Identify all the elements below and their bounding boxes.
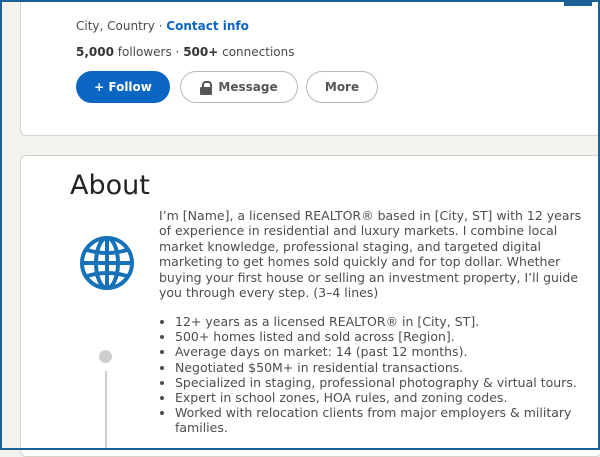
about-card: About I’m [Name], a licensed REALTOR® ba…: [20, 155, 600, 457]
follow-button[interactable]: + Follow: [76, 71, 170, 103]
list-item: Average days on market: 14 (past 12 mont…: [175, 344, 600, 359]
location-text: City, Country: [76, 19, 155, 33]
list-item: Specialized in staging, professional pho…: [175, 375, 600, 390]
list-item: Expert in school zones, HOA rules, and z…: [175, 390, 600, 405]
location-line: City, Country · Contact info: [76, 19, 249, 33]
connections-count: 500+: [183, 45, 219, 59]
about-heading: About: [70, 170, 150, 201]
followers-label: followers ·: [113, 45, 184, 59]
highlights-list: 12+ years as a licensed REALTOR® in [Cit…: [157, 314, 600, 436]
more-button[interactable]: More: [306, 71, 378, 103]
timeline-dot: [99, 350, 112, 363]
list-item: Worked with relocation clients from majo…: [175, 405, 600, 435]
connections-label: connections: [218, 45, 295, 59]
location-separator: ·: [154, 19, 167, 33]
followers-count: 5,000: [76, 45, 114, 59]
globe-icon: [80, 236, 134, 290]
about-bio: I’m [Name], a licensed REALTOR® based in…: [159, 208, 582, 301]
timeline-line: [105, 371, 107, 449]
message-button-label: Message: [218, 80, 278, 94]
list-item: 500+ homes listed and sold across [Regio…: [175, 329, 600, 344]
contact-info-link[interactable]: Contact info: [166, 19, 249, 33]
profile-header-card: City, Country · Contact info 5,000 follo…: [20, 0, 600, 136]
corner-tab: [564, 0, 592, 6]
list-item: 12+ years as a licensed REALTOR® in [Cit…: [175, 314, 600, 329]
network-stats: 5,000 followers · 500+ connections: [76, 45, 294, 59]
lock-icon: [200, 80, 213, 95]
list-item: Negotiated $50M+ in residential transact…: [175, 360, 600, 375]
message-button[interactable]: Message: [180, 71, 298, 103]
follow-button-label: + Follow: [94, 80, 152, 94]
more-button-label: More: [324, 80, 360, 94]
